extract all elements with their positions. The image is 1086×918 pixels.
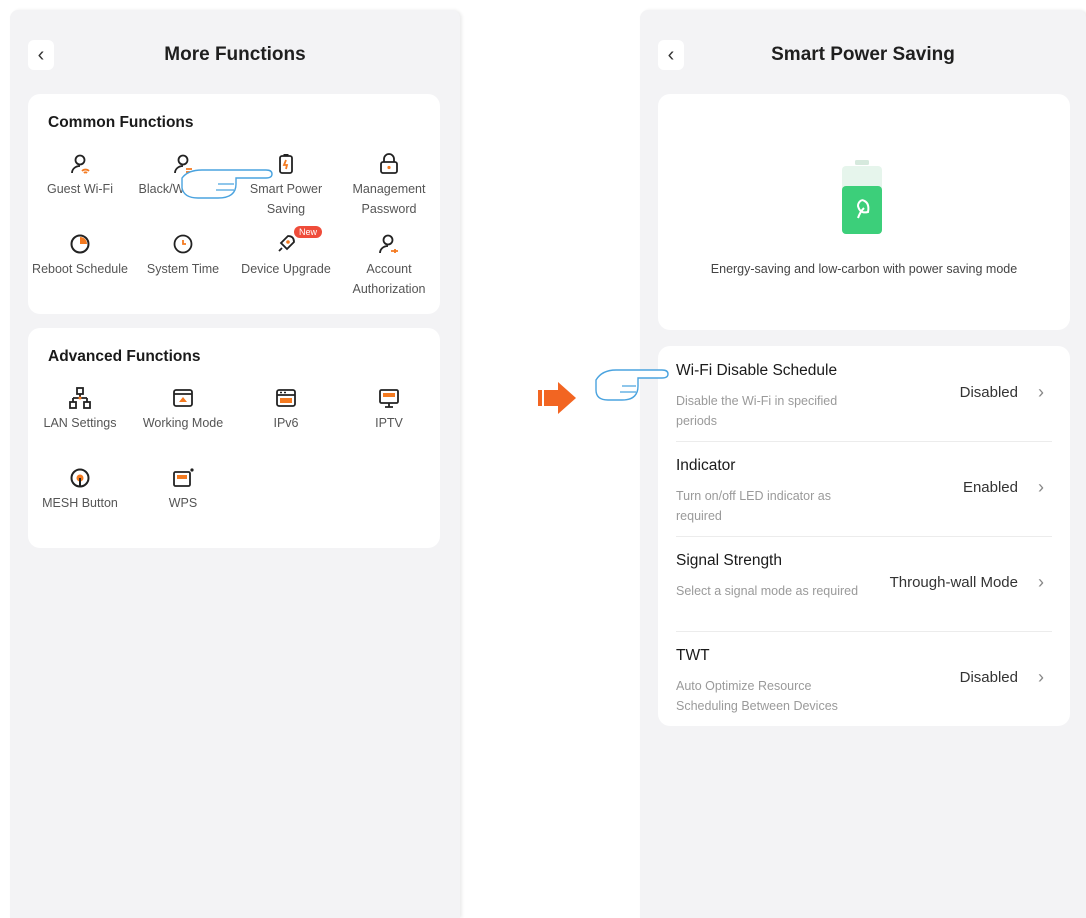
function-label: Management Password bbox=[352, 182, 426, 216]
setting-title: Indicator bbox=[676, 457, 736, 474]
new-badge: New bbox=[294, 226, 323, 238]
function-label: Reboot Schedule bbox=[32, 262, 128, 276]
setting-value: Enabled bbox=[962, 479, 1018, 496]
function-management-password[interactable]: Management Password bbox=[337, 152, 441, 219]
function-label: Device Upgrade bbox=[241, 262, 331, 276]
function-label: IPv6 bbox=[273, 416, 299, 430]
arrow-right-icon bbox=[538, 382, 576, 414]
function-label: Account Authorization bbox=[352, 262, 426, 296]
guest-wifi-icon bbox=[71, 154, 90, 174]
network-icon bbox=[69, 387, 91, 409]
function-label: IPTV bbox=[375, 416, 403, 430]
function-iptv[interactable]: IPTV bbox=[337, 386, 441, 433]
pointing-hand-icon bbox=[595, 369, 669, 401]
setting-title: TWT bbox=[676, 647, 710, 664]
setting-indicator[interactable]: Indicator Turn on/off LED indicator as r… bbox=[658, 441, 1070, 536]
smart-power-saving-screen: ‹ Smart Power Saving Energy-saving and l… bbox=[640, 10, 1086, 918]
setting-description: Disable the Wi-Fi in specified periods bbox=[676, 394, 838, 428]
common-functions-card: Common Functions Guest Wi-Fi Black/White… bbox=[28, 94, 440, 314]
chevron-right-icon: › bbox=[1038, 477, 1044, 497]
battery-icon bbox=[842, 160, 882, 234]
function-lan-settings[interactable]: LAN Settings bbox=[28, 386, 132, 433]
header: ‹ Smart Power Saving bbox=[640, 32, 1086, 78]
setting-value: Disabled bbox=[959, 384, 1018, 401]
more-functions-screen: ‹ More Functions Common Functions Guest … bbox=[10, 10, 460, 918]
page-title: Smart Power Saving bbox=[771, 44, 955, 65]
pointing-hand-icon bbox=[181, 169, 273, 199]
function-label: WPS bbox=[168, 496, 198, 510]
function-label: Working Mode bbox=[142, 416, 224, 430]
setting-title: Signal Strength bbox=[676, 552, 782, 569]
power-saving-hero-card: Energy-saving and low-carbon with power … bbox=[658, 94, 1070, 330]
header: ‹ More Functions bbox=[10, 32, 460, 78]
setting-signal-strength[interactable]: Signal Strength Select a signal mode as … bbox=[658, 536, 1070, 631]
function-working-mode[interactable]: Working Mode bbox=[131, 386, 235, 433]
section-heading: Common Functions bbox=[48, 114, 194, 131]
function-reboot-schedule[interactable]: Reboot Schedule bbox=[28, 232, 132, 279]
mesh-button-icon bbox=[70, 468, 90, 488]
setting-title: Wi-Fi Disable Schedule bbox=[676, 362, 838, 379]
clock-icon bbox=[173, 234, 193, 254]
setting-twt[interactable]: TWT Auto Optimize Resource Scheduling Be… bbox=[658, 631, 1070, 726]
setting-value: Disabled bbox=[959, 669, 1018, 686]
section-heading: Advanced Functions bbox=[48, 348, 201, 365]
setting-description: Auto Optimize Resource Scheduling Betwee… bbox=[676, 679, 838, 713]
function-mesh-button[interactable]: MESH Button bbox=[28, 466, 132, 513]
setting-wifi-disable-schedule[interactable]: Wi-Fi Disable Schedule Disable the Wi-Fi… bbox=[658, 346, 1070, 441]
lock-icon bbox=[380, 153, 398, 174]
function-device-upgrade[interactable]: New Device Upgrade bbox=[234, 226, 338, 279]
iptv-icon bbox=[379, 389, 399, 408]
setting-value: Through-wall Mode bbox=[889, 574, 1018, 591]
function-wps[interactable]: WPS bbox=[131, 466, 235, 513]
chevron-right-icon: › bbox=[1038, 382, 1044, 402]
working-mode-icon bbox=[173, 389, 193, 407]
account-key-icon bbox=[379, 234, 398, 254]
function-label: MESH Button bbox=[42, 496, 118, 510]
advanced-functions-card: Advanced Functions LAN Settings Working … bbox=[28, 328, 440, 548]
function-label: System Time bbox=[146, 262, 220, 276]
function-account-authorization[interactable]: Account Authorization bbox=[337, 232, 441, 299]
wps-icon bbox=[173, 468, 194, 487]
settings-list: Wi-Fi Disable Schedule Disable the Wi-Fi… bbox=[658, 346, 1070, 726]
hero-description: Energy-saving and low-carbon with power … bbox=[710, 262, 1018, 276]
function-label: Guest Wi-Fi bbox=[47, 182, 113, 196]
setting-description: Turn on/off LED indicator as required bbox=[676, 489, 831, 523]
setting-description: Select a signal mode as required bbox=[676, 584, 859, 598]
function-system-time[interactable]: System Time bbox=[131, 232, 235, 279]
function-label: LAN Settings bbox=[43, 416, 117, 430]
function-ipv6[interactable]: IPv6 bbox=[234, 386, 338, 433]
chevron-right-icon: › bbox=[1038, 667, 1044, 687]
page-title: More Functions bbox=[164, 44, 306, 65]
ipv6-icon bbox=[276, 389, 296, 407]
chevron-right-icon: › bbox=[1038, 572, 1044, 592]
function-guest-wifi[interactable]: Guest Wi-Fi bbox=[28, 152, 132, 199]
reboot-icon bbox=[70, 234, 90, 254]
